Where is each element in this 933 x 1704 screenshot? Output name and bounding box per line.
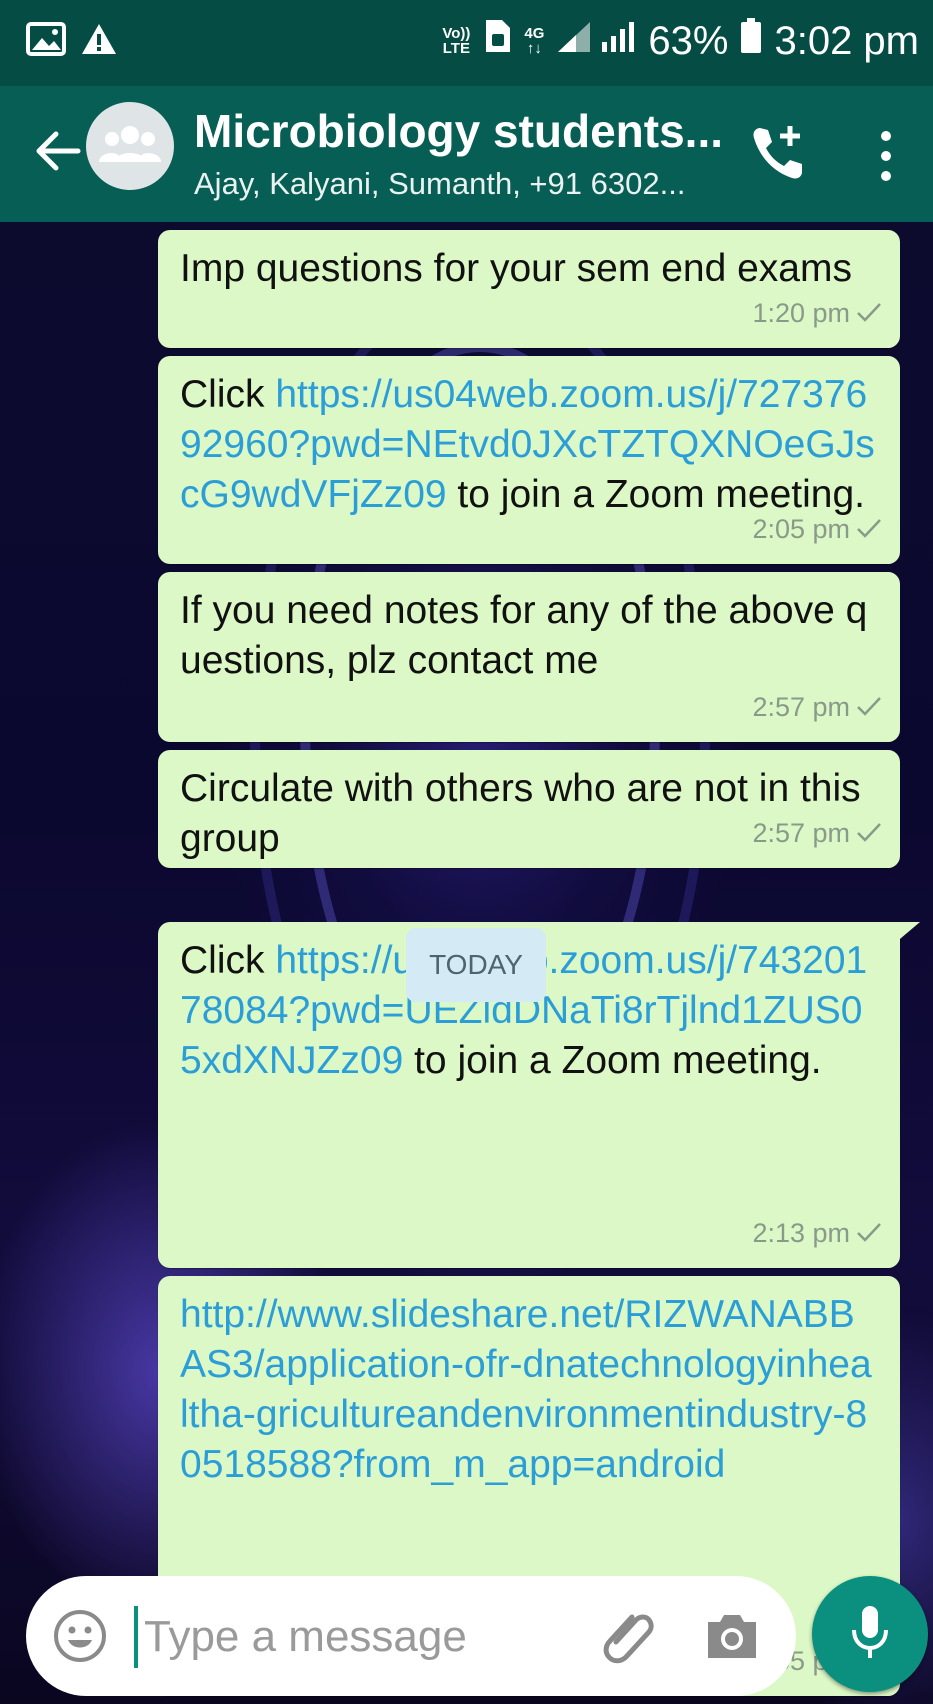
message-text-part: to join a Zoom meeting. xyxy=(403,1039,822,1082)
lte-label: LTE xyxy=(442,40,470,57)
message-text-part: If you need notes for any of the above q… xyxy=(180,589,868,682)
message-time: 2:05 pm xyxy=(752,514,850,544)
message-meta: 2:57 pm xyxy=(752,808,882,858)
message-bubble[interactable]: If you need notes for any of the above q… xyxy=(158,572,900,742)
chat-area[interactable]: Imp questions for your sem end exams 1:20… xyxy=(0,222,933,1704)
message-bubble[interactable]: Circulate with others who are not in thi… xyxy=(158,750,900,868)
message-bubble[interactable]: Imp questions for your sem end exams 1:20… xyxy=(158,230,900,348)
message-text-part: Imp questions for your sem end exams xyxy=(180,247,852,290)
clock: 3:02 pm xyxy=(774,18,919,63)
signal-icon xyxy=(556,19,636,64)
message-text: http://www.slideshare.net/RIZWANABBAS3/a… xyxy=(180,1290,878,1490)
volte-indicator: Vo)) LTE xyxy=(442,26,470,56)
sim-icon xyxy=(482,18,512,64)
gallery-icon xyxy=(26,22,66,61)
network-type: 4G ↑↓ xyxy=(524,26,544,56)
emoji-icon[interactable] xyxy=(52,1608,108,1664)
message-meta: 2:05 pm xyxy=(752,504,882,554)
battery-percent: 63% xyxy=(648,18,729,63)
text-cursor xyxy=(134,1606,138,1668)
message-meta: 2:57 pm xyxy=(752,682,882,732)
message-bubble[interactable]: Click https://us04web.zoom.us/j/72737692… xyxy=(158,356,900,564)
add-call-icon[interactable] xyxy=(746,120,810,184)
message-time: 2:57 pm xyxy=(752,692,850,722)
message-time: 2:13 pm xyxy=(752,1218,850,1248)
status-bar: Vo)) LTE 4G ↑↓ 63% 3:02 pm xyxy=(0,0,933,86)
paperclip-icon[interactable] xyxy=(596,1602,662,1668)
message-text: If you need notes for any of the above q… xyxy=(180,586,878,686)
voice-record-button[interactable] xyxy=(812,1576,928,1692)
message-text-part: Click xyxy=(180,373,276,416)
sent-tick-icon xyxy=(856,808,882,858)
message-time: 2:57 pm xyxy=(752,818,850,848)
message-meta: 1:20 pm xyxy=(752,288,882,338)
sent-tick-icon xyxy=(856,288,882,338)
mic-icon xyxy=(846,1602,894,1667)
message-text-part: Click xyxy=(180,939,276,982)
sent-tick-icon xyxy=(856,682,882,732)
message-meta: 2:13 pm xyxy=(752,1208,882,1258)
bubble-tail xyxy=(894,922,920,944)
camera-icon[interactable] xyxy=(702,1606,762,1666)
message-text: Imp questions for your sem end exams xyxy=(180,244,878,294)
sent-tick-icon xyxy=(856,1208,882,1258)
message-text: Click https://us04web.zoom.us/j/72737692… xyxy=(180,370,878,520)
message-link[interactable]: http://www.slideshare.net/RIZWANABBAS3/a… xyxy=(180,1293,872,1486)
arrow-left-icon[interactable] xyxy=(28,122,86,180)
more-vert-icon[interactable] xyxy=(866,124,906,188)
sent-tick-icon xyxy=(856,504,882,554)
warning-icon xyxy=(80,22,118,61)
message-time: 1:20 pm xyxy=(752,298,850,328)
group-icon xyxy=(99,124,161,169)
group-avatar[interactable] xyxy=(86,102,174,190)
message-input[interactable] xyxy=(144,1598,584,1676)
day-divider: TODAY xyxy=(406,928,546,1002)
message-composer xyxy=(26,1576,796,1696)
chat-header: Microbiology students... Ajay, Kalyani, … xyxy=(0,86,933,222)
chat-participants[interactable]: Ajay, Kalyani, Sumanth, +91 6302... xyxy=(194,166,714,202)
battery-icon xyxy=(740,18,762,64)
data-arrows-label: ↑↓ xyxy=(526,40,542,57)
chat-title[interactable]: Microbiology students... xyxy=(194,104,724,158)
